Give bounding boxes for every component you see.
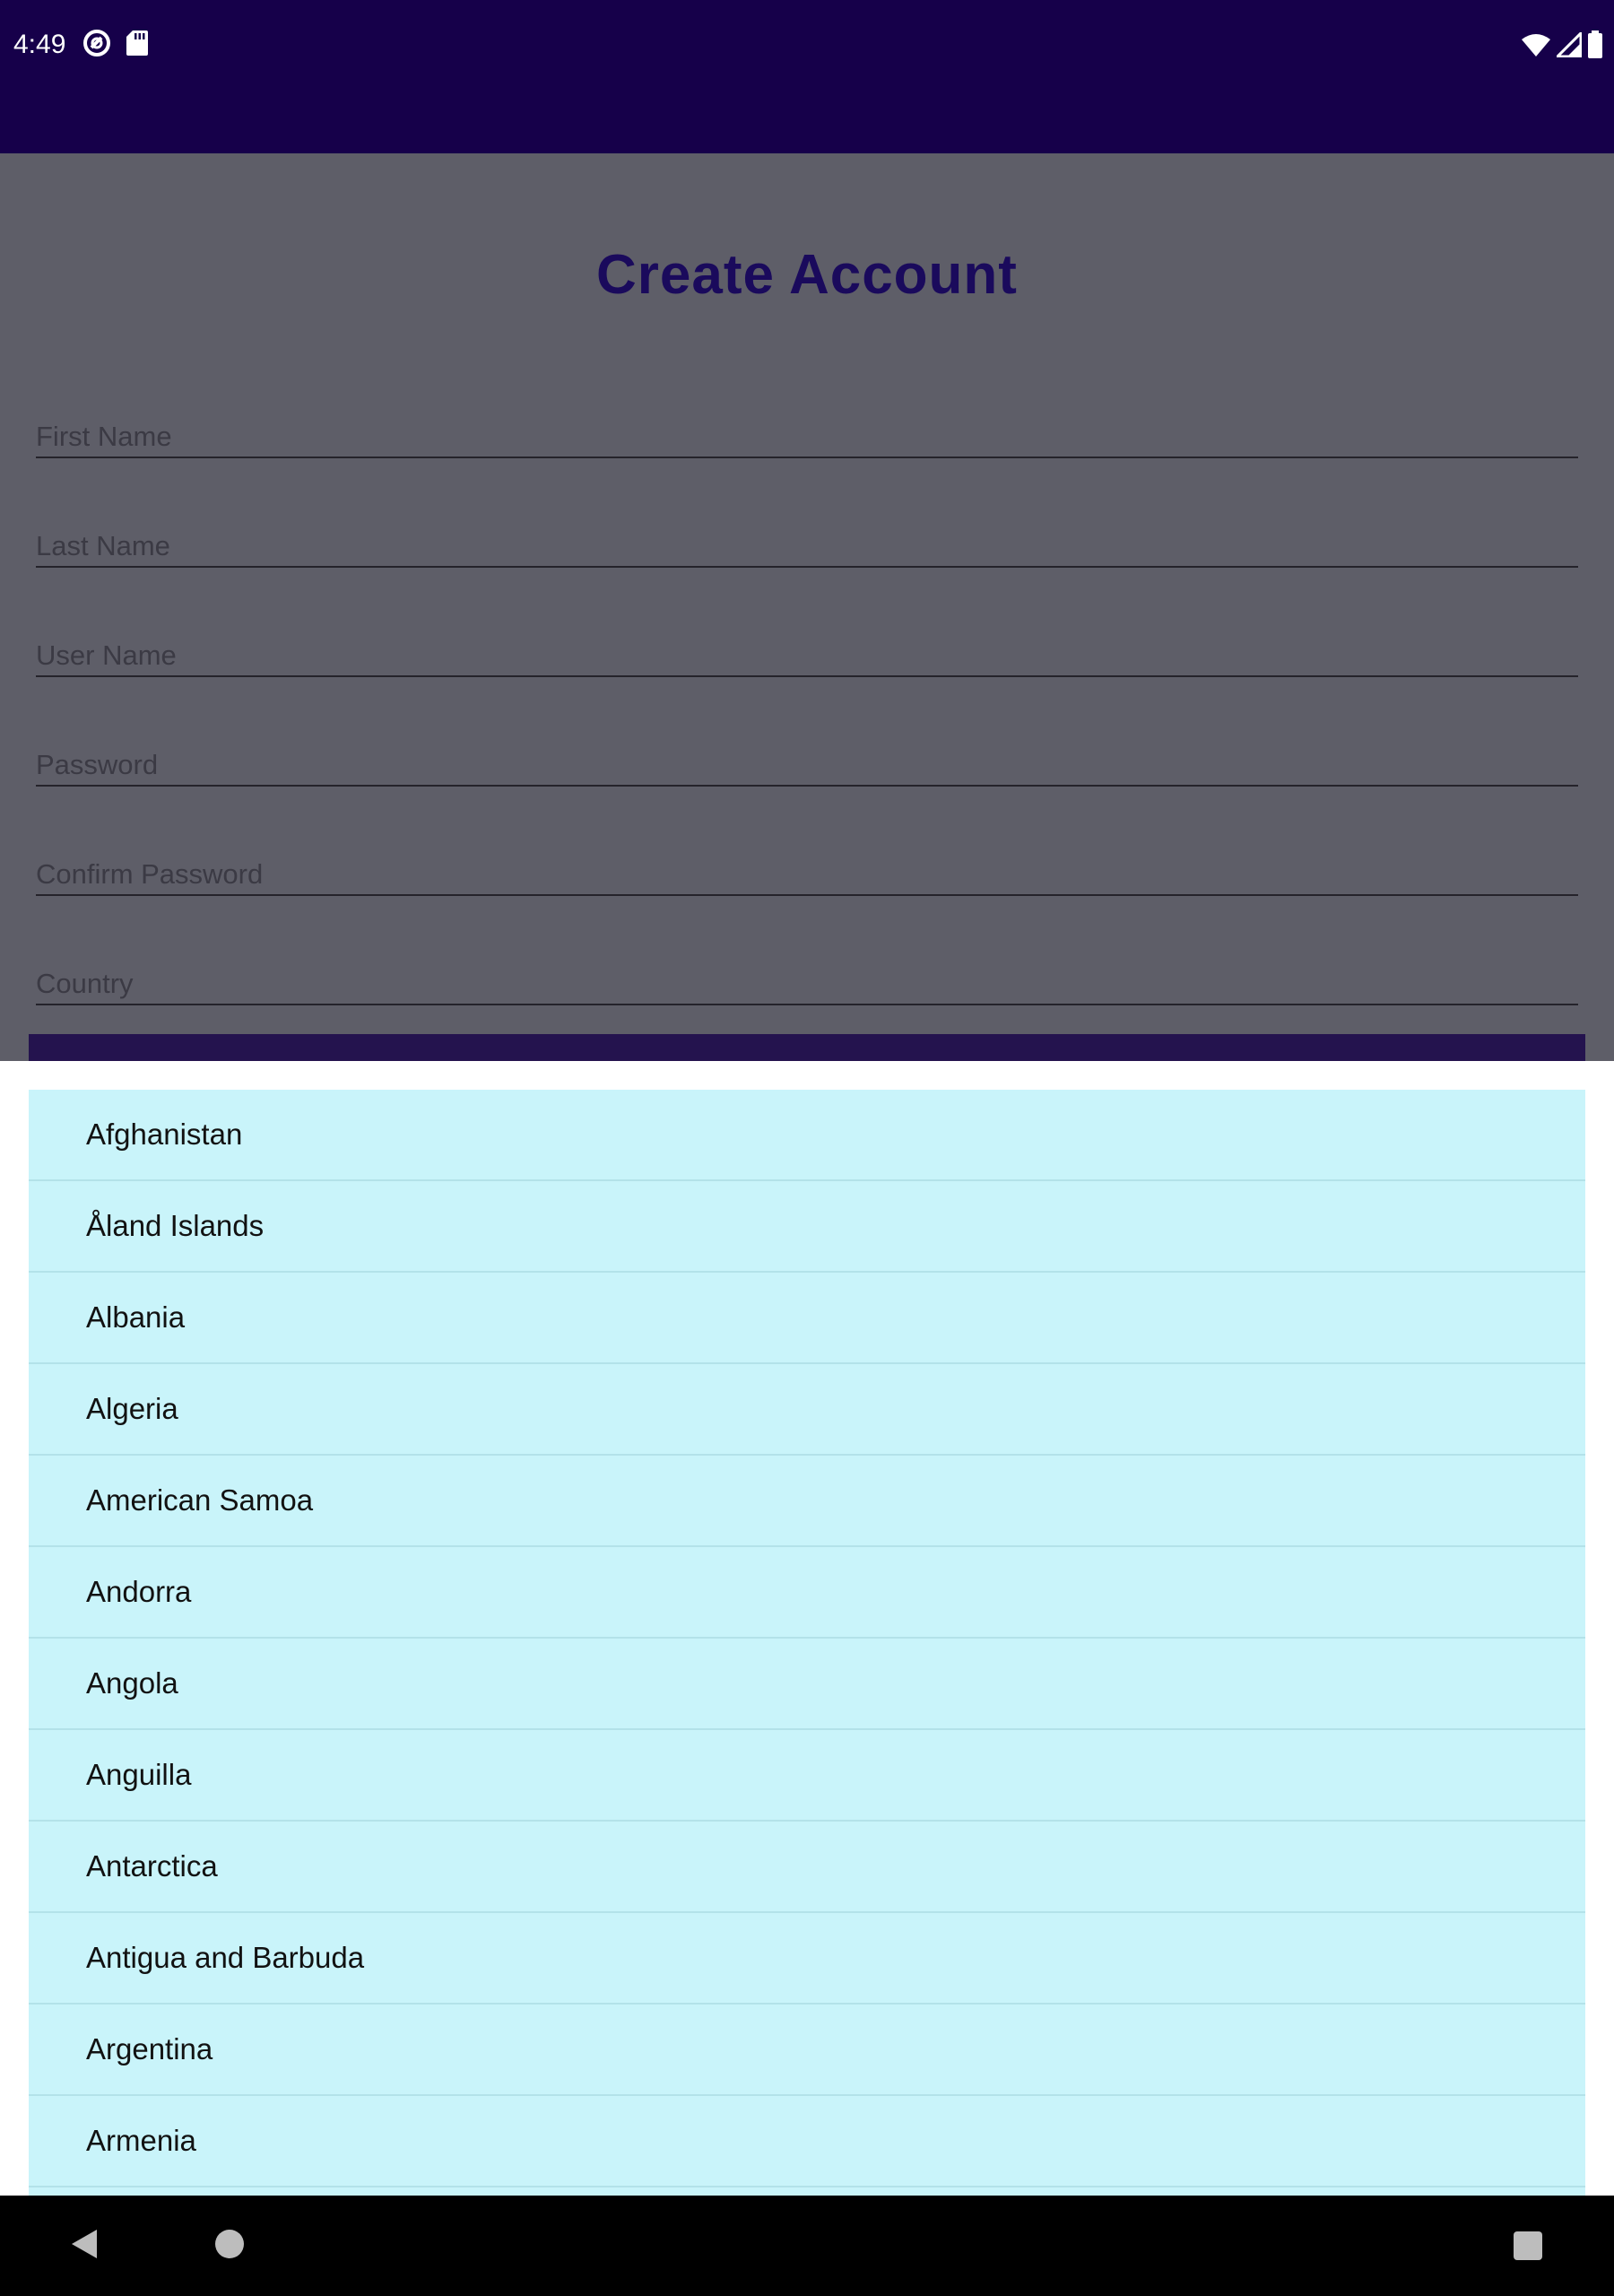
status-right-icons xyxy=(1521,30,1603,59)
password-field[interactable] xyxy=(36,733,1578,787)
country-field[interactable] xyxy=(36,952,1578,1005)
country-option[interactable]: Anguilla xyxy=(29,1730,1585,1822)
battery-icon xyxy=(1587,30,1603,59)
country-option[interactable]: Armenia xyxy=(29,2096,1585,2187)
country-option[interactable]: Afghanistan xyxy=(29,1090,1585,1181)
sd-card-icon xyxy=(126,30,149,57)
confirm-password-input[interactable] xyxy=(36,842,1578,894)
user-name-input[interactable] xyxy=(36,623,1578,675)
status-left-icons xyxy=(82,29,149,57)
last-name-field[interactable] xyxy=(36,514,1578,568)
create-account-form: Create Account xyxy=(0,153,1614,1061)
wifi-icon xyxy=(1521,32,1551,57)
country-option[interactable]: Andorra xyxy=(29,1547,1585,1639)
status-time: 4:49 xyxy=(13,30,66,59)
page-title: Create Account xyxy=(596,244,1018,306)
status-bar: 4:49 xyxy=(0,0,1614,153)
password-input[interactable] xyxy=(36,733,1578,785)
navigation-bar xyxy=(0,2196,1614,2296)
country-option[interactable]: Antigua and Barbuda xyxy=(29,1913,1585,2005)
sync-icon xyxy=(82,29,111,57)
recents-icon[interactable] xyxy=(1514,2231,1542,2260)
first-name-field[interactable] xyxy=(36,404,1578,458)
country-option[interactable]: Åland Islands xyxy=(29,1181,1585,1273)
country-option-partial[interactable] xyxy=(29,2187,1585,2196)
last-name-input[interactable] xyxy=(36,514,1578,566)
user-name-field[interactable] xyxy=(36,623,1578,677)
country-option[interactable]: Antarctica xyxy=(29,1822,1585,1913)
country-option[interactable]: Angola xyxy=(29,1639,1585,1730)
confirm-password-field[interactable] xyxy=(36,842,1578,896)
home-icon[interactable] xyxy=(215,2230,244,2258)
country-option[interactable]: American Samoa xyxy=(29,1456,1585,1547)
country-option[interactable]: Argentina xyxy=(29,2005,1585,2096)
country-option[interactable]: Albania xyxy=(29,1273,1585,1364)
country-dropdown[interactable]: Afghanistan Åland Islands Albania Algeri… xyxy=(0,1061,1614,2196)
signal-icon xyxy=(1557,32,1582,57)
country-input[interactable] xyxy=(36,952,1578,1004)
country-option[interactable]: Algeria xyxy=(29,1364,1585,1456)
back-icon[interactable] xyxy=(70,2228,99,2265)
submit-button-partial xyxy=(29,1034,1585,1061)
country-list: Afghanistan Åland Islands Albania Algeri… xyxy=(29,1090,1585,2196)
first-name-input[interactable] xyxy=(36,404,1578,457)
